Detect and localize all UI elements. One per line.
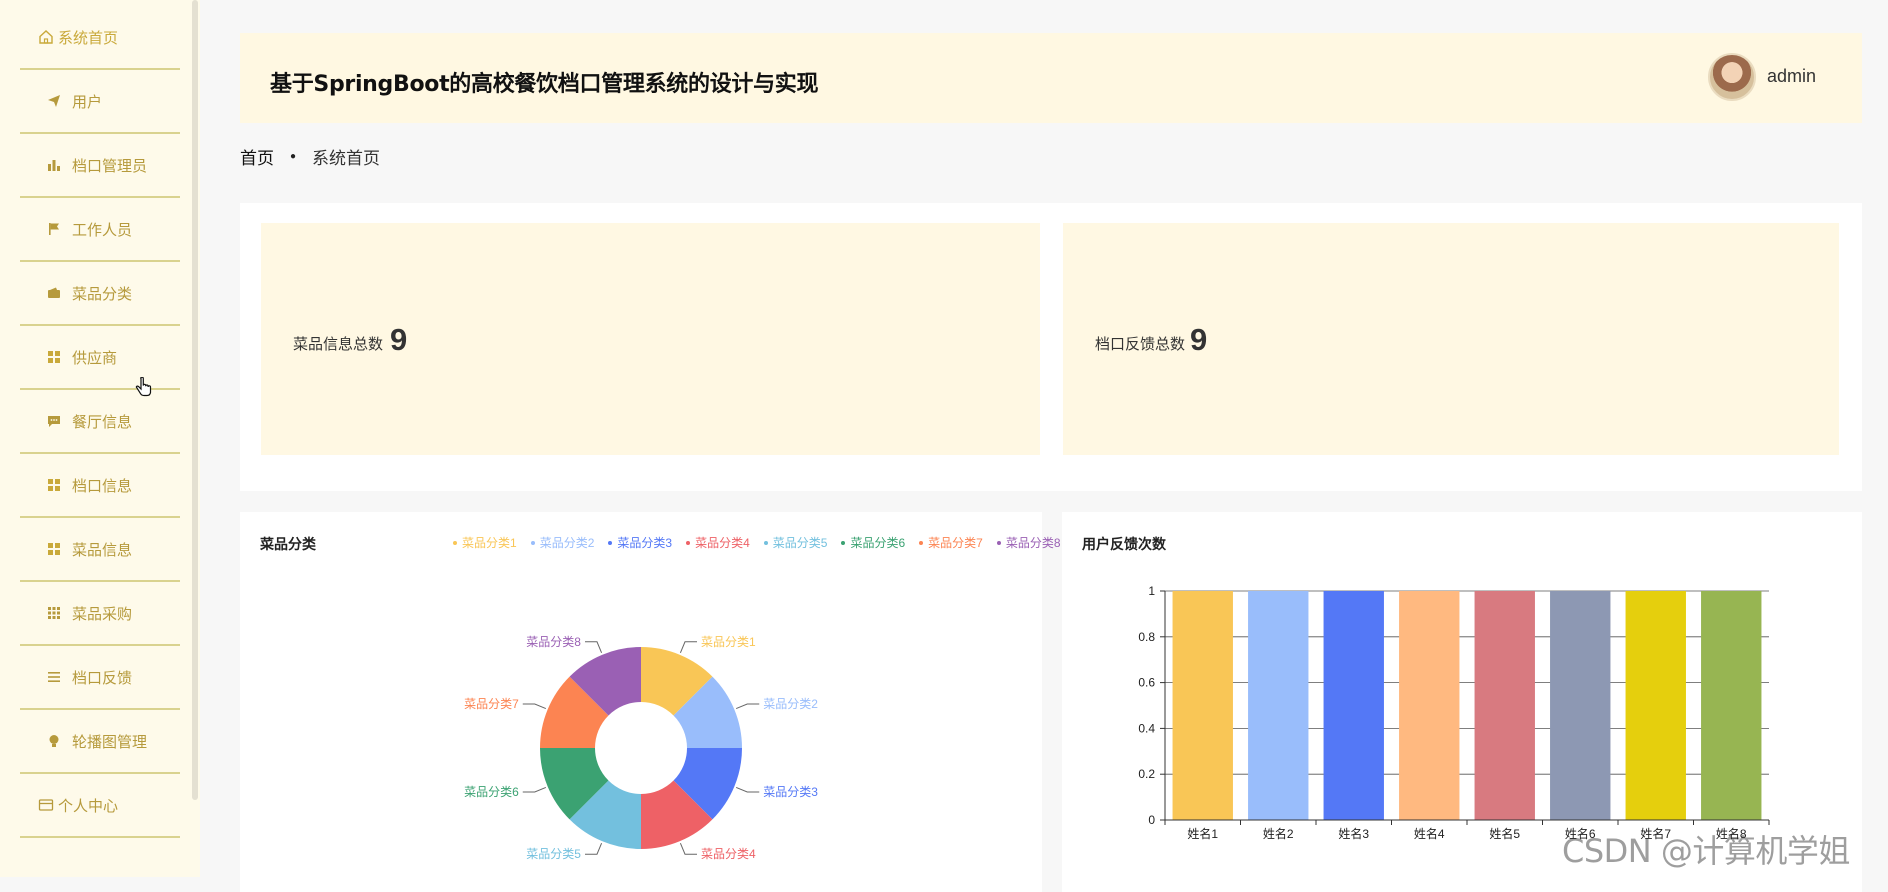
grid-icon <box>46 541 62 557</box>
dish-count-value: 9 <box>390 322 408 357</box>
pie-label-line <box>735 703 760 710</box>
sidebar-item-7[interactable]: 餐厅信息 <box>20 390 180 454</box>
flag-icon <box>46 221 62 237</box>
mouse-cursor-icon <box>135 376 153 404</box>
dish-count-card: 菜品信息总数 9 <box>261 223 1040 455</box>
top-header: 基于SpringBoot的高校餐饮档口管理系统的设计与实现 admin <box>240 33 1862 123</box>
apps-icon <box>46 605 62 621</box>
x-tick-label: 姓名4 <box>1414 826 1445 841</box>
breadcrumb-current: 系统首页 <box>312 149 381 168</box>
x-tick-label: 姓名2 <box>1263 826 1294 841</box>
pie-label-line <box>522 786 547 793</box>
grid-icon <box>46 349 62 365</box>
bar[interactable] <box>1248 591 1309 820</box>
sidebar-item-4[interactable]: 工作人员 <box>20 198 180 262</box>
sidebar-scrollbar[interactable] <box>192 0 198 800</box>
y-tick-label: 0.6 <box>1138 676 1155 690</box>
sidebar-item-label: 个人中心 <box>58 797 119 815</box>
pie-label-line <box>735 786 760 793</box>
x-tick-label: 姓名5 <box>1489 826 1520 841</box>
sidebar-item-label: 工作人员 <box>72 221 133 239</box>
sidebar-item-label: 档口管理员 <box>72 157 148 175</box>
dish-count-label: 菜品信息总数 <box>293 336 384 353</box>
pie-chart: 菜品分类1 菜品分类2 菜品分类3 菜品分类4 菜品分类5 菜品分类6 菜品分类7 菜品分类8 <box>464 635 818 861</box>
y-tick-label: 0.2 <box>1138 767 1155 781</box>
bar[interactable] <box>1701 591 1762 820</box>
pie-slice-label: 菜品分类6 <box>464 785 519 799</box>
watermark: CSDN @计算机学姐 <box>1562 832 1850 870</box>
sidebar-item-label: 餐厅信息 <box>72 413 133 431</box>
bar[interactable] <box>1323 591 1384 820</box>
grid-icon <box>46 477 62 493</box>
sidebar-item-label: 档口信息 <box>72 477 133 495</box>
pie-label-line <box>584 641 603 654</box>
sidebar-item-label: 菜品分类 <box>72 285 133 303</box>
pie-slice-label: 菜品分类5 <box>526 847 581 861</box>
y-tick-label: 0.4 <box>1138 721 1155 735</box>
sidebar-item-6[interactable]: 供应商 <box>20 326 180 390</box>
sidebar-item-label: 档口反馈 <box>72 669 133 687</box>
bulb-icon <box>46 733 62 749</box>
user-avatar[interactable] <box>1708 53 1756 101</box>
breadcrumb-home-link[interactable]: 首页 <box>240 144 274 169</box>
wallet-icon <box>46 285 62 301</box>
sidebar-item-label: 系统首页 <box>58 29 119 47</box>
bar[interactable] <box>1399 591 1460 820</box>
sidebar-item-10[interactable]: 菜品采购 <box>20 582 180 646</box>
x-tick-label: 姓名1 <box>1187 826 1218 841</box>
sidebar: 系统首页用户档口管理员工作人员菜品分类供应商餐厅信息档口信息菜品信息菜品采购档口… <box>0 0 200 877</box>
bar-chart: 00.20.40.60.81姓名1 姓名2 姓名3 姓名4 姓名5 姓名6 姓名7 姓名8 <box>1138 584 1770 841</box>
y-tick-label: 0 <box>1148 813 1155 827</box>
sidebar-item-label: 菜品信息 <box>72 541 133 559</box>
sidebar-item-label: 用户 <box>72 93 103 111</box>
bar[interactable] <box>1172 591 1233 820</box>
breadcrumb-separator-icon: ● <box>290 151 297 162</box>
home-icon <box>38 29 54 45</box>
sidebar-item-2[interactable]: 用户 <box>20 70 180 134</box>
stats-panel: 菜品信息总数 9 档口反馈总数 9 <box>240 203 1862 491</box>
dish-category-chart-card: 菜品分类 菜品分类1 菜品分类2 菜品分类3 菜品分类4 菜品分类5 菜品分类6 菜品分类7… <box>240 512 1061 892</box>
pie-slice-label: 菜品分类3 <box>763 785 818 799</box>
y-tick-label: 1 <box>1148 584 1155 598</box>
y-tick-label: 0.8 <box>1138 630 1155 644</box>
list-icon <box>46 669 62 685</box>
sidebar-item-5[interactable]: 菜品分类 <box>20 262 180 326</box>
site-title: 基于SpringBoot的高校餐饮档口管理系统的设计与实现 <box>270 72 819 97</box>
paper-plane-icon <box>46 93 62 109</box>
sidebar-item-13[interactable]: 个人中心 <box>20 774 180 838</box>
x-tick-label: 姓名3 <box>1338 826 1369 841</box>
message-icon <box>46 413 62 429</box>
pie-slice-label: 菜品分类4 <box>701 847 756 861</box>
pie-slice-label: 菜品分类1 <box>701 635 756 649</box>
card-icon <box>38 797 54 813</box>
sidebar-item-9[interactable]: 菜品信息 <box>20 518 180 582</box>
sidebar-item-1[interactable]: 系统首页 <box>20 6 180 70</box>
pie-slice-label: 菜品分类8 <box>526 635 581 649</box>
sidebar-item-label: 轮播图管理 <box>72 733 148 751</box>
sidebar-item-11[interactable]: 档口反馈 <box>20 646 180 710</box>
sidebar-item-label: 供应商 <box>72 349 118 367</box>
pie-slice-label: 菜品分类7 <box>464 697 519 711</box>
pie-label-line <box>679 842 698 855</box>
sidebar-item-8[interactable]: 档口信息 <box>20 454 180 518</box>
feedback-count-label: 档口反馈总数 <box>1095 336 1186 353</box>
sidebar-item-label: 菜品采购 <box>72 605 133 623</box>
feedback-count-value: 9 <box>1190 322 1208 357</box>
bar[interactable] <box>1474 591 1535 820</box>
pie-label-line <box>522 703 547 710</box>
sidebar-item-3[interactable]: 档口管理员 <box>20 134 180 198</box>
feedback-count-card: 档口反馈总数 9 <box>1063 223 1839 455</box>
pie-label-line <box>584 842 603 855</box>
bar[interactable] <box>1625 591 1686 820</box>
breadcrumb: 首页 ● 系统首页 <box>240 144 380 169</box>
bar[interactable] <box>1550 591 1611 820</box>
pie-label-line <box>679 641 698 654</box>
bar-chart-icon <box>46 157 62 173</box>
sidebar-item-12[interactable]: 轮播图管理 <box>20 710 180 774</box>
username[interactable]: admin <box>1767 66 1816 87</box>
pie-slice-label: 菜品分类2 <box>763 697 818 711</box>
